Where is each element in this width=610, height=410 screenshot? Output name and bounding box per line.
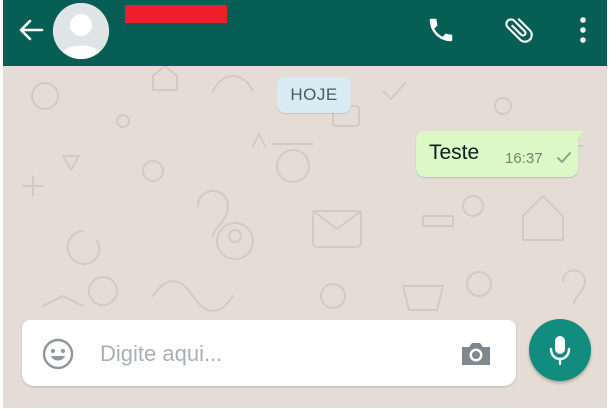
message-time: 16:37 (505, 150, 543, 167)
default-avatar-icon (53, 3, 109, 59)
chat-area[interactable]: HOJE Teste 16:37 (3, 66, 607, 408)
more-options-button[interactable] (561, 8, 605, 52)
phone-icon (429, 18, 453, 42)
voice-call-button[interactable] (419, 8, 463, 52)
camera-button[interactable] (456, 336, 496, 372)
single-check-icon (557, 152, 571, 163)
back-button[interactable] (13, 12, 49, 48)
arrow-left-icon (19, 19, 44, 41)
paperclip-icon (505, 17, 533, 43)
message-text: Teste (429, 141, 480, 164)
microphone-icon (549, 336, 571, 366)
camera-icon (462, 343, 490, 365)
voice-message-button[interactable] (529, 319, 591, 381)
message-input[interactable] (98, 330, 442, 378)
message-composer (22, 320, 516, 386)
more-vertical-icon (580, 17, 586, 43)
attach-button[interactable] (497, 8, 541, 52)
date-separator: HOJE (277, 77, 351, 113)
contact-name-redaction (125, 5, 227, 23)
contact-avatar[interactable] (53, 3, 109, 59)
emoji-button[interactable] (40, 336, 76, 372)
outgoing-message-bubble[interactable]: Teste 16:37 (416, 131, 578, 177)
emoji-icon (42, 338, 74, 370)
whatsapp-chat-screen: HOJE Teste 16:37 (3, 0, 607, 408)
chat-header (3, 0, 607, 66)
